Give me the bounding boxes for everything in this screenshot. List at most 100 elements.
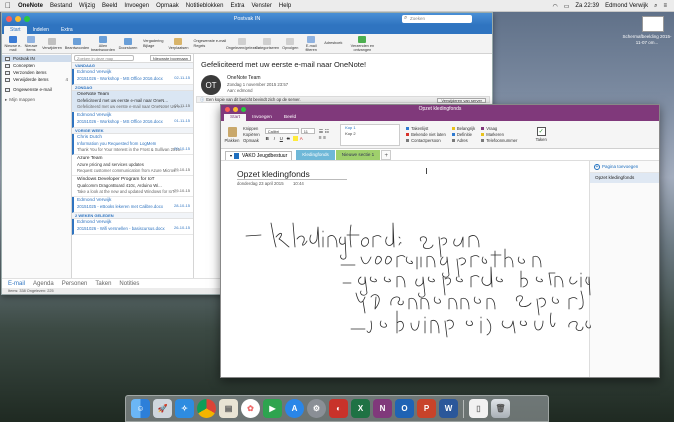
page-list-item[interactable]: Opzet kledingfonds [590,173,659,183]
menu-app-name[interactable]: OneNote [15,3,47,9]
message-item[interactable]: Windows Developer Program for IoT Qualco… [72,176,193,197]
sort-dropdown[interactable]: Nieuwste bovenaan [149,55,191,61]
tag-contactpersoon[interactable]: Contactpersoon [406,138,446,144]
menu-beeld[interactable]: Beeld [99,3,121,9]
folder-ongewenst[interactable]: Ongewenste e-mail [2,86,71,93]
add-section-button[interactable]: + [381,150,392,160]
nav-personen[interactable]: Personen [62,281,88,287]
menu-extra[interactable]: Extra [227,3,248,9]
facetime-icon[interactable]: ▶ [263,399,282,418]
paste-button[interactable]: Plakken [224,126,240,143]
wifi-icon[interactable]: ◠ [549,3,560,10]
tag-telefoonnummer[interactable]: Telefoonnummer [481,138,517,144]
send-receive-button[interactable]: Verzenden en ontvangen [345,35,379,52]
menu-user[interactable]: Edmond Verwijk [602,3,651,9]
ppt-viewer-icon[interactable]: ◐ [329,399,348,418]
desktop-screenshot-icon[interactable] [642,16,664,32]
outlook-search-input[interactable]: Zoeken [402,14,472,23]
message-item[interactable]: Edmond Verwijk 20151025 - eBooks lekeren… [72,197,193,213]
styles-gallery[interactable]: Kop 1 Kop 2 [340,123,401,146]
menu-invoegen[interactable]: Invoegen [121,3,153,9]
spotlight-icon[interactable]: ⌕ [651,3,660,10]
tab-start[interactable]: Start [224,114,247,121]
highlight-icon[interactable] [292,136,298,141]
filter-email-button[interactable]: E-mail filteren [301,35,321,52]
task-button[interactable]: ✓ Taken [536,127,547,142]
menu-bestand[interactable]: Bestand [47,3,76,9]
tab-extra[interactable]: Extra [55,26,79,34]
message-item[interactable]: Azure Team Azure pricing and services up… [72,155,193,176]
move-button[interactable]: Verplaatsen [166,37,190,50]
format-painter-button[interactable]: Opmaak [243,138,260,144]
add-page-button[interactable]: + Pagina toevoegen [590,161,659,173]
attachment-button[interactable]: Bijlage [143,44,163,49]
folder-concepten[interactable]: Concepten [2,62,71,69]
outlook-icon[interactable]: O [395,399,414,418]
system-preferences-icon[interactable]: ⚙ [307,399,326,418]
reply-button[interactable]: Beantwoorden [64,37,90,50]
onenote-icon[interactable]: N [373,399,392,418]
message-item[interactable]: Edmond Verwijk 20151026 - Workshop - MS … [72,112,193,128]
powerpoint-icon[interactable]: P [417,399,436,418]
preview-icon[interactable]: ▤ [219,399,238,418]
folder-mijn-mappen[interactable]: ▸ Mijn mappen [2,96,71,103]
new-email-button[interactable]: Nieuwe e-mail [4,35,22,52]
outlook-titlebar[interactable]: Postvak IN Zoeken [2,13,492,25]
italic-button[interactable]: I [272,136,277,141]
underline-button[interactable]: U [279,136,284,141]
message-item[interactable]: Edmond Verwijk 20151026 - Workshop - MS … [72,69,193,85]
delete-button[interactable]: Verwijderen [40,37,64,50]
launchpad-icon[interactable]: 🚀 [153,399,172,418]
font-size-select[interactable]: 11 [300,128,315,134]
avatar[interactable]: OT [201,75,221,95]
section-tab-kledingfonds[interactable]: Kledingfonds [296,150,335,160]
folder-verwijderd[interactable]: Verwijderde items 4 [2,76,71,83]
page-canvas[interactable]: Opzet kledingfonds donderdag 23 april 20… [221,161,591,378]
section-tab-nieuwe-sectie[interactable]: Nieuwe sectie 1 [335,150,381,160]
nav-email[interactable]: E-mail [8,281,25,287]
nav-taken[interactable]: Taken [95,281,111,287]
align-icon[interactable]: ≡ ≡ [319,135,329,141]
notebook-selector[interactable]: ▾ VAKO Jeugdbestuur [225,151,293,160]
menu-venster[interactable]: Venster [248,3,275,9]
forward-button[interactable]: Doorsturen [116,37,140,50]
reply-all-button[interactable]: Allen beantwoorden [90,35,116,52]
categorize-button[interactable]: Categoriseren [255,37,279,50]
menu-notitieblokken[interactable]: Notitieblokken [182,3,227,9]
handwriting-ink[interactable] [221,161,591,378]
chrome-icon[interactable] [197,399,216,418]
message-item[interactable]: Chris Dutch Information you Requested fr… [72,134,193,155]
photos-icon[interactable]: ✿ [241,399,260,418]
desktop-icon-label[interactable]: Schermafbeelding 2015-11-07 om... [620,34,674,46]
documents-stack-icon[interactable]: ▯ [469,399,488,418]
folder-verzonden[interactable]: Verzonden items [2,69,71,76]
bold-button[interactable]: B [265,136,270,141]
safari-icon[interactable]: ✧ [175,399,194,418]
strikethrough-button[interactable]: S [286,136,291,141]
nav-agenda[interactable]: Agenda [33,281,54,287]
style-kop2[interactable]: Kop 2 [341,131,399,137]
nav-notities[interactable]: Notities [119,281,139,287]
unread-button[interactable]: Ongelezen/gelezen [226,37,259,50]
trash-icon[interactable]: 🗑 [491,399,510,418]
tab-indelen[interactable]: Indelen [27,26,55,34]
folder-postvak-in[interactable]: Postvak IN [2,55,71,62]
menu-opmaak[interactable]: Opmaak [153,3,183,9]
battery-icon[interactable]: ▭ [561,3,573,10]
tag-adres[interactable]: Adres [452,138,475,144]
menu-clock[interactable]: Za 22:39 [572,3,602,9]
notification-center-icon[interactable]: ≡ [660,3,670,9]
tab-invoegen[interactable]: Invoegen [246,114,278,121]
message-item[interactable]: OneNote Team Gefeliciteerd met uw eerste… [72,91,193,112]
menu-help[interactable]: Help [275,3,294,9]
followup-button[interactable]: Opvolgen [279,37,301,50]
onenote-titlebar[interactable]: Opzet kledingfonds [221,105,659,113]
new-items-button[interactable]: Nieuwe items [22,35,40,52]
font-name-select[interactable]: Calibri [264,128,299,134]
excel-icon[interactable]: X [351,399,370,418]
menu-wijzig[interactable]: Wijzig [76,3,99,9]
rules-button[interactable]: Regels [193,44,226,49]
list-search-input[interactable]: Zoeken in deze map [74,55,134,61]
finder-icon[interactable]: ☺ [131,399,150,418]
message-from[interactable]: OneNote Team [227,75,288,82]
